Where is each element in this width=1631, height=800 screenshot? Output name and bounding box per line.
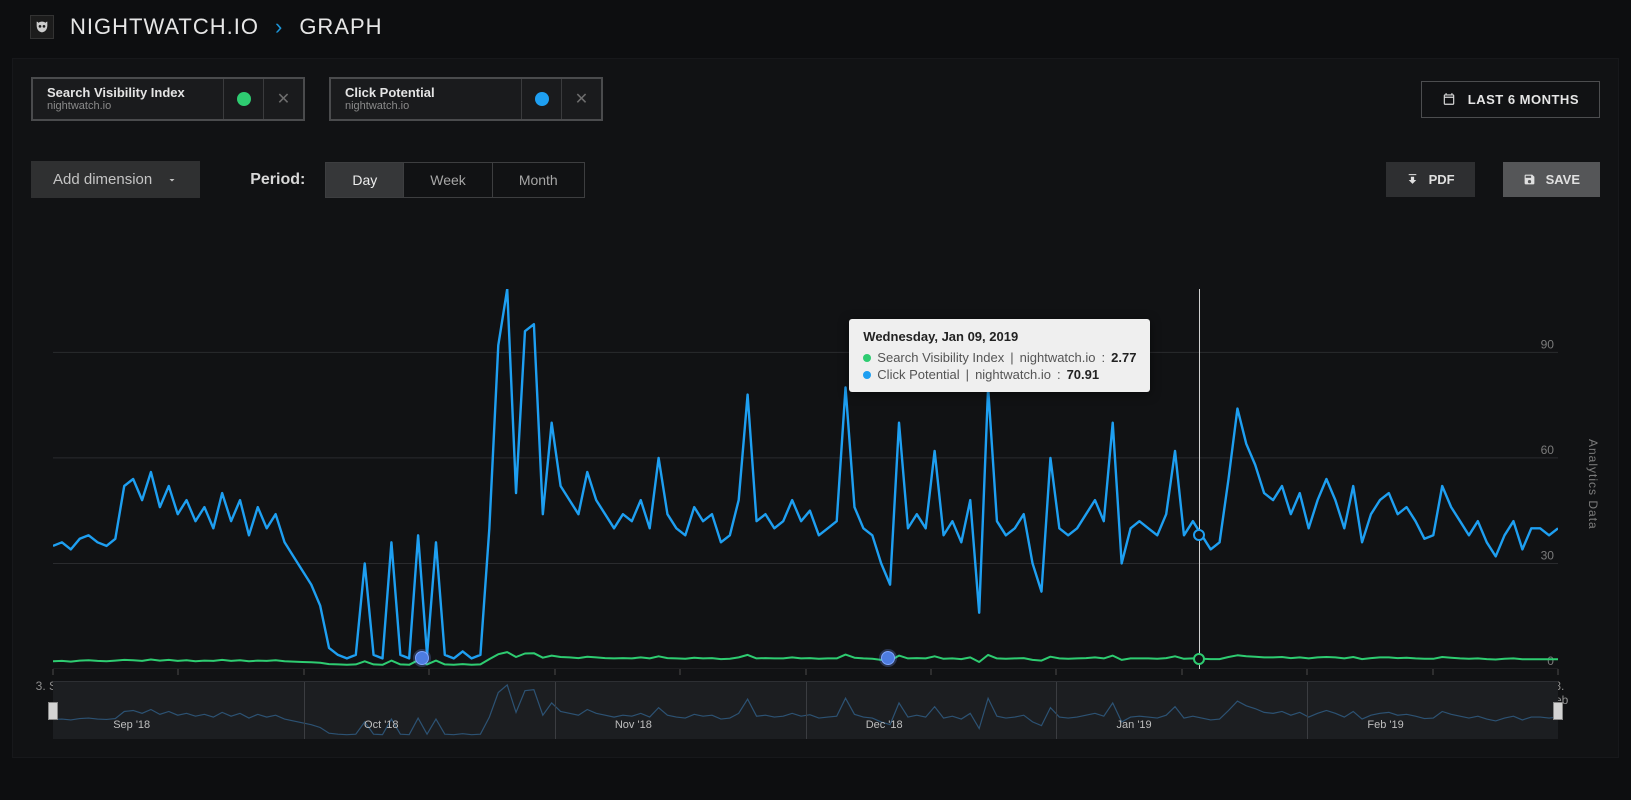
navigator-month-label: Feb '19 [1367,719,1403,731]
chip-sub: nightwatch.io [47,100,209,113]
owl-icon [34,19,50,35]
chart-marker-visibility [1193,653,1205,665]
export-pdf-button[interactable]: PDF [1386,162,1475,197]
breadcrumb-site[interactable]: NIGHTWATCH.IO [70,14,259,40]
chip-title: Search Visibility Index [47,85,209,100]
date-range-label: LAST 6 MONTHS [1468,92,1579,107]
period-day[interactable]: Day [326,163,404,197]
chart-tooltip: Wednesday, Jan 09, 2019 Search Visibilit… [849,319,1150,392]
add-dimension-button[interactable]: Add dimension [31,161,200,198]
navigator-month-label: Nov '18 [615,719,652,731]
chip-color-swatch[interactable] [521,79,561,119]
navigator-month-label: Dec '18 [866,719,903,731]
dimension-chip-visibility[interactable]: Search Visibility Index nightwatch.io ✕ [31,77,305,121]
graph-panel: Search Visibility Index nightwatch.io ✕ … [12,58,1619,758]
chart-crosshair [1199,289,1200,669]
period-week[interactable]: Week [404,163,493,197]
dimension-chip-click-potential[interactable]: Click Potential nightwatch.io ✕ [329,77,603,121]
legend-dot-icon [863,371,871,379]
navigator-handle-left[interactable] [48,702,58,720]
svg-text:30: 30 [1541,548,1555,562]
chevron-right-icon: › [275,14,283,40]
svg-text:90: 90 [1541,337,1555,351]
chip-sub: nightwatch.io [345,100,507,113]
period-month[interactable]: Month [493,163,584,197]
navigator-month-label: Sep '18 [113,719,150,731]
close-icon[interactable]: ✕ [263,79,303,119]
period-segmented-control: Day Week Month [325,162,584,198]
svg-text:60: 60 [1541,443,1555,457]
period-label: Period: [250,171,305,189]
date-range-button[interactable]: LAST 6 MONTHS [1421,81,1600,118]
breadcrumb: NIGHTWATCH.IO › GRAPH [0,0,1631,58]
legend-dot-icon [863,354,871,362]
chip-title: Click Potential [345,85,507,100]
navigator-month-label: Jan '19 [1117,719,1152,731]
chart-navigator[interactable]: Sep '18 Oct '18 Nov '18 Dec '18 Jan '19 Feb '… [53,681,1558,739]
save-icon [1523,173,1536,186]
tooltip-date: Wednesday, Jan 09, 2019 [863,329,1136,344]
app-logo[interactable] [30,15,54,39]
close-icon[interactable]: ✕ [561,79,601,119]
chevron-down-icon [166,174,178,186]
navigator-month-label: Oct '18 [364,719,399,731]
main-chart[interactable]: 0 30 60 90 [53,289,1558,669]
y-axis-label: Analytics Data [1586,439,1600,530]
breadcrumb-page: GRAPH [299,14,382,40]
svg-text:0: 0 [1547,654,1554,668]
chip-color-swatch[interactable] [223,79,263,119]
download-icon [1406,173,1419,186]
navigator-handle-right[interactable] [1553,702,1563,720]
calendar-icon [1442,92,1456,106]
save-button[interactable]: SAVE [1503,162,1600,197]
